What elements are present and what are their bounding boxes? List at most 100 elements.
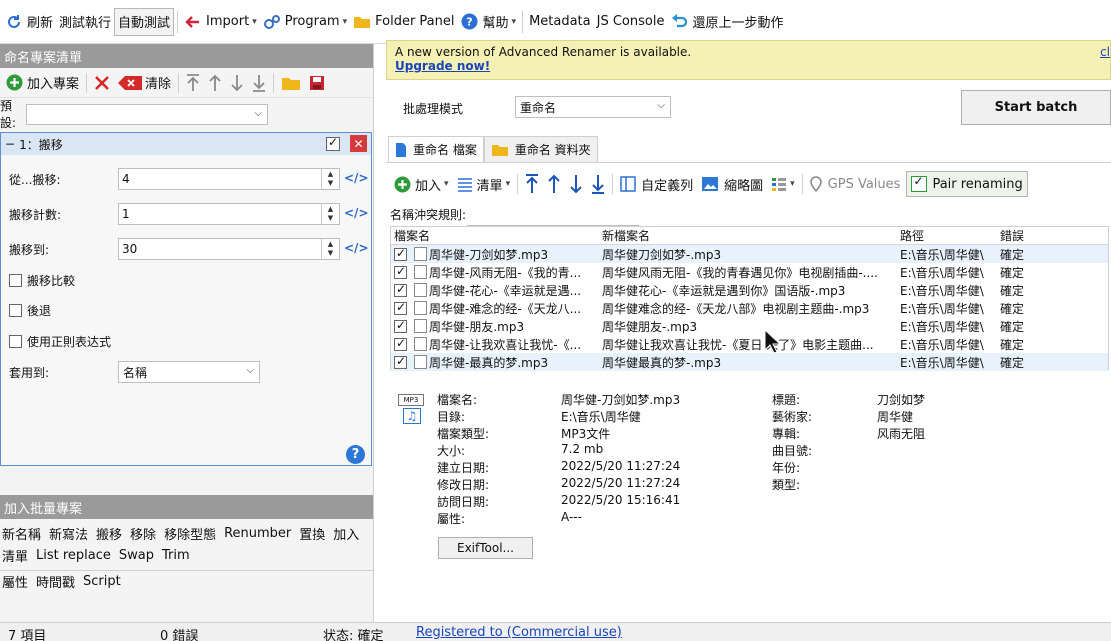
pair-renaming-toggle[interactable]: Pair renaming	[906, 171, 1028, 197]
filename-text: 周华健-让我欢喜让我忧-《...	[429, 337, 582, 352]
tab-rename-folders[interactable]: 重命名 資料夾	[483, 136, 598, 162]
method-picker-item[interactable]: 時間戳	[36, 572, 75, 591]
file-move-up-button[interactable]	[543, 171, 565, 197]
upgrade-link[interactable]: Upgrade now!	[395, 59, 490, 73]
method-picker-item[interactable]: Script	[83, 574, 121, 589]
clear-methods-button[interactable]: 清除	[114, 70, 175, 96]
method-picker-item[interactable]: 加入	[333, 524, 359, 543]
spinner-arrows-icon[interactable]: ▲ ▼	[321, 239, 339, 259]
method-picker-item[interactable]: 移除	[130, 524, 156, 543]
custom-columns-button[interactable]: 自定義列	[616, 171, 697, 197]
column-header-new-filename[interactable]: 新檔案名	[599, 227, 897, 244]
method-picker-item[interactable]: Renumber	[224, 526, 291, 541]
batch-mode-select[interactable]: 重命名 ⌵	[515, 96, 671, 118]
move-top-button[interactable]	[182, 70, 204, 96]
help-icon[interactable]: ?	[346, 445, 365, 464]
move-to-input[interactable]: 30 ▲ ▼	[118, 238, 340, 260]
table-row[interactable]: 周华健-朋友.mp3 周华健朋友-.mp3 E:\音乐\周华健\ 確定	[391, 317, 1108, 335]
row-checkbox[interactable]	[394, 282, 407, 297]
method-picker-item[interactable]: 搬移	[96, 524, 122, 543]
method-picker-item[interactable]: 移除型態	[164, 524, 216, 543]
code-icon[interactable]: </>	[344, 206, 369, 220]
table-row[interactable]: 周华健-最真的梦.mp3 周华健最真的梦-.mp3 E:\音乐\周华健\ 確定	[391, 353, 1108, 371]
code-icon[interactable]: </>	[344, 241, 369, 255]
table-row[interactable]: 周华健-风雨无阻-《我的青... 周华健风雨无阻-《我的青春遇见你》电视剧插曲-.…	[391, 263, 1108, 281]
column-header-error[interactable]: 錯誤	[997, 227, 1077, 244]
backwards-checkbox[interactable]: 後退	[9, 299, 51, 321]
method-picker-item[interactable]: 清單	[2, 546, 28, 565]
file-move-down-button[interactable]	[565, 171, 587, 197]
auto-test-button[interactable]: 自動測試	[114, 7, 175, 36]
method-enabled-checkbox[interactable]	[326, 135, 340, 151]
method-picker-item[interactable]: Swap	[119, 548, 154, 563]
move-bottom-button[interactable]	[248, 70, 270, 96]
move-down-button[interactable]	[226, 70, 248, 96]
save-preset-button[interactable]	[305, 70, 329, 96]
import-arrow-icon	[184, 13, 202, 31]
image-icon	[702, 177, 719, 191]
method-picker-item[interactable]: 新名稱	[2, 524, 41, 543]
thumbnails-button[interactable]: 縮略圖	[697, 171, 767, 197]
metadata-button[interactable]: Metadata	[526, 8, 594, 36]
open-preset-button[interactable]	[277, 70, 305, 96]
file-move-bottom-button[interactable]	[587, 171, 609, 197]
row-checkbox[interactable]	[394, 264, 407, 279]
method-picker-item[interactable]: Trim	[162, 548, 190, 563]
program-menu[interactable]: Program ▾	[260, 8, 350, 36]
method-picker-item[interactable]: 屬性	[2, 572, 28, 591]
tab-rename-files[interactable]: 重命名 檔案	[388, 136, 484, 162]
status-state: 状态: 確定	[323, 629, 384, 641]
test-run-button[interactable]: 測試執行	[56, 8, 114, 36]
registered-link[interactable]: Registered to (Commercial use)	[416, 625, 622, 640]
column-header-path[interactable]: 路徑	[897, 227, 997, 244]
move-count-input[interactable]: 1 ▲ ▼	[118, 203, 340, 225]
code-icon[interactable]: </>	[344, 171, 369, 185]
list-menu-button[interactable]: 清單 ▾	[453, 171, 515, 197]
chevron-down-icon: ▾	[252, 16, 257, 27]
refresh-button[interactable]: 刷新	[2, 8, 56, 36]
column-header-filename[interactable]: 檔案名	[391, 227, 599, 244]
table-row[interactable]: 周华健-花心-《幸运就是遇... 周华健花心-《幸运就是遇到你》国语版-.mp3 E…	[391, 281, 1108, 299]
table-row[interactable]: 周华健-刀剑如梦.mp3 周华健刀剑如梦-.mp3 E:\音乐\周华健\ 確定	[391, 245, 1108, 263]
mp3-badge: MP3	[398, 394, 424, 406]
row-checkbox[interactable]	[394, 336, 407, 351]
row-checkbox[interactable]	[394, 318, 407, 333]
start-batch-button[interactable]: Start batch	[961, 90, 1111, 125]
regex-checkbox[interactable]: 使用正則表达式	[9, 330, 111, 352]
exiftool-button[interactable]: ExifTool...	[438, 537, 533, 559]
method-picker-item[interactable]: 置換	[299, 524, 325, 543]
spinner-arrows-icon[interactable]: ▲ ▼	[321, 169, 339, 189]
remove-method-button[interactable]	[90, 70, 114, 96]
cell-new-filename: 周华健风雨无阻-《我的青春遇见你》电视剧插曲-....	[602, 265, 878, 280]
conflict-rule-label: 名稱沖突規則:	[390, 208, 467, 222]
folder-panel-button[interactable]: Folder Panel	[350, 8, 457, 36]
import-menu[interactable]: Import ▾	[181, 8, 260, 36]
js-console-button[interactable]: JS Console	[594, 8, 668, 36]
table-row[interactable]: 周华健-让我欢喜让我忧-《... 周华健让我欢喜让我忧-《夏日 来了》电影主题曲.…	[391, 335, 1108, 353]
help-menu[interactable]: ? 幫助 ▾	[458, 8, 520, 36]
spinner-arrows-icon[interactable]: ▲ ▼	[321, 204, 339, 224]
apply-to-select[interactable]: 名稱 ⌵	[118, 361, 260, 383]
preset-select[interactable]: ⌵	[26, 103, 268, 125]
row-checkbox[interactable]	[394, 246, 407, 261]
close-banner-link[interactable]: cl	[1100, 45, 1110, 59]
view-options-button[interactable]: ▾	[767, 171, 799, 197]
move-from-input[interactable]: 4 ▲ ▼	[118, 168, 340, 190]
add-method-button[interactable]: 加入專案	[2, 70, 83, 96]
undo-button[interactable]: 還原上一步動作	[667, 8, 786, 36]
add-files-button[interactable]: 加入 ▾	[390, 171, 453, 197]
move-up-button[interactable]	[204, 70, 226, 96]
table-row[interactable]: 周华健-难念的经-《天龙八... 周华健难念的经-《天龙八部》电视剧主题曲-.mp…	[391, 299, 1108, 317]
row-checkbox[interactable]	[394, 354, 407, 369]
close-icon[interactable]: ✕	[350, 135, 367, 152]
cell-error: 確定	[1000, 355, 1025, 370]
collapse-icon[interactable]: −	[5, 137, 15, 151]
method-picker-item[interactable]: 新寫法	[49, 524, 88, 543]
chevron-down-icon: ⌵	[657, 100, 665, 111]
row-checkbox[interactable]	[394, 300, 407, 315]
file-move-top-button[interactable]	[521, 171, 543, 197]
method-picker-item[interactable]: List replace	[36, 548, 111, 563]
js-console-label: JS Console	[596, 14, 665, 29]
gps-values-button[interactable]: GPS Values	[806, 171, 905, 197]
move-compare-checkbox[interactable]: 搬移比較	[9, 269, 75, 291]
